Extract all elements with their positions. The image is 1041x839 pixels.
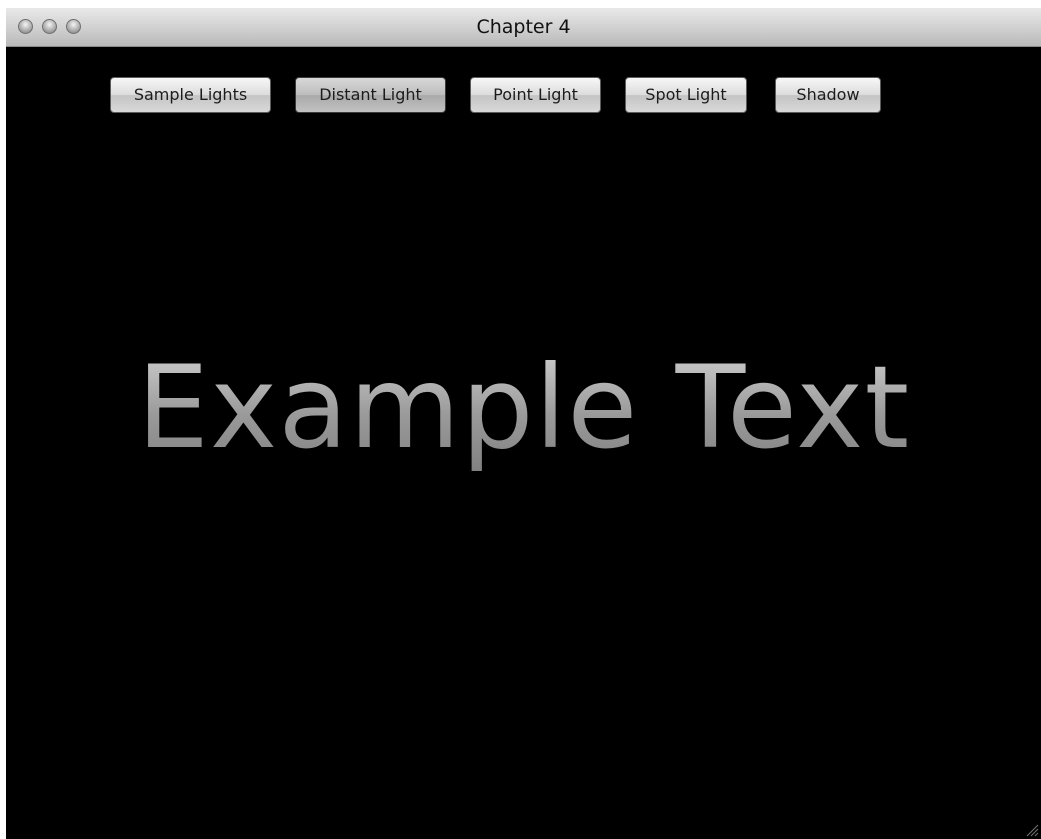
spot-light-button[interactable]: Spot Light <box>625 77 747 113</box>
point-light-button[interactable]: Point Light <box>470 77 601 113</box>
sample-lights-button[interactable]: Sample Lights <box>110 77 271 113</box>
distant-light-button[interactable]: Distant Light <box>295 77 446 113</box>
window-title: Chapter 4 <box>476 16 571 38</box>
shadow-button[interactable]: Shadow <box>775 77 881 113</box>
resize-grip-icon[interactable] <box>1025 823 1039 837</box>
example-text: Example Text <box>6 338 1041 478</box>
title-bar[interactable]: Chapter 4 <box>6 8 1041 47</box>
light-toolbar: Sample Lights Distant Light Point Light … <box>6 77 1041 115</box>
app-window: Chapter 4 Sample Lights Distant Light Po… <box>6 8 1041 839</box>
